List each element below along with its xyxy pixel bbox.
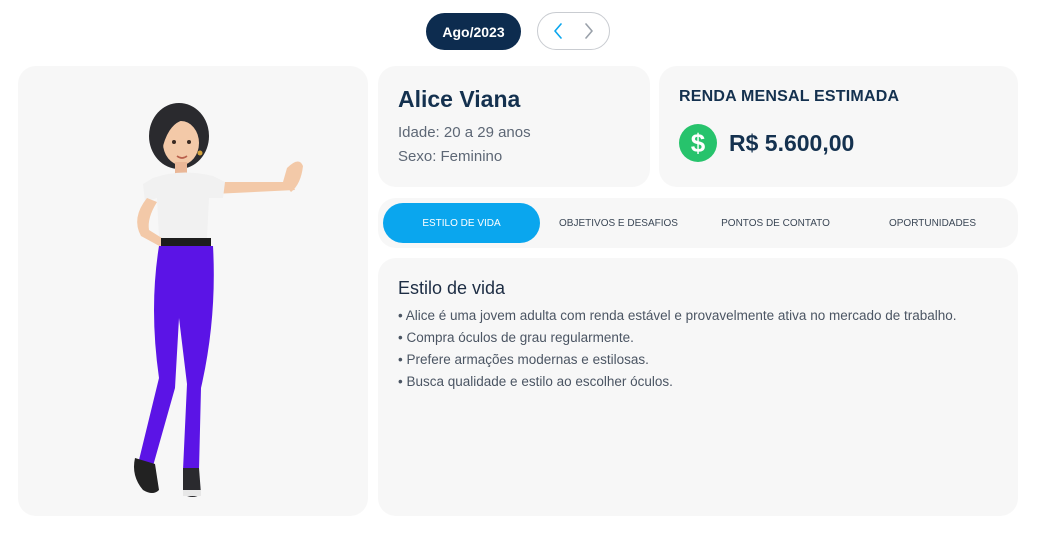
income-value: R$ 5.600,00 (729, 129, 855, 156)
tab-content-card: Estilo de vida • Alice é uma jovem adult… (378, 258, 1018, 516)
tab-pontos-de-contato[interactable]: PONTOS DE CONTATO (697, 203, 854, 243)
income-card: RENDA MENSAL ESTIMADA $ R$ 5.600,00 (659, 66, 1018, 187)
tabs-bar: ESTILO DE VIDA OBJETIVOS E DESAFIOS PONT… (378, 198, 1018, 248)
list-item: • Compra óculos de grau regularmente. (398, 330, 634, 345)
section-title: Estilo de vida (398, 278, 506, 298)
tab-estilo-de-vida[interactable]: ESTILO DE VIDA (383, 203, 540, 243)
list-item: • Busca qualidade e estilo ao escolher ó… (398, 374, 673, 389)
persona-age: Idade: 20 a 29 anos (398, 124, 531, 141)
list-item: • Alice é uma jovem adulta com renda est… (398, 308, 957, 323)
tab-oportunidades[interactable]: OPORTUNIDADES (854, 203, 1011, 243)
income-title: RENDA MENSAL ESTIMADA (679, 88, 900, 105)
chevron-right-icon[interactable] (581, 21, 597, 41)
persona-illustration (134, 103, 303, 497)
persona-sex: Sexo: Feminino (398, 148, 503, 165)
list-item: • Prefere armações modernas e estilosas. (398, 352, 649, 367)
dollar-icon: $ (679, 124, 717, 162)
avatar-card (18, 66, 368, 516)
tab-objetivos-e-desafios[interactable]: OBJETIVOS E DESAFIOS (540, 203, 697, 243)
profile-card: Alice Viana Idade: 20 a 29 anos Sexo: Fe… (378, 66, 650, 187)
chevron-left-icon[interactable] (550, 21, 566, 41)
period-navigation (537, 12, 610, 50)
persona-name: Alice Viana (398, 86, 521, 112)
period-badge[interactable]: Ago/2023 (426, 13, 521, 50)
